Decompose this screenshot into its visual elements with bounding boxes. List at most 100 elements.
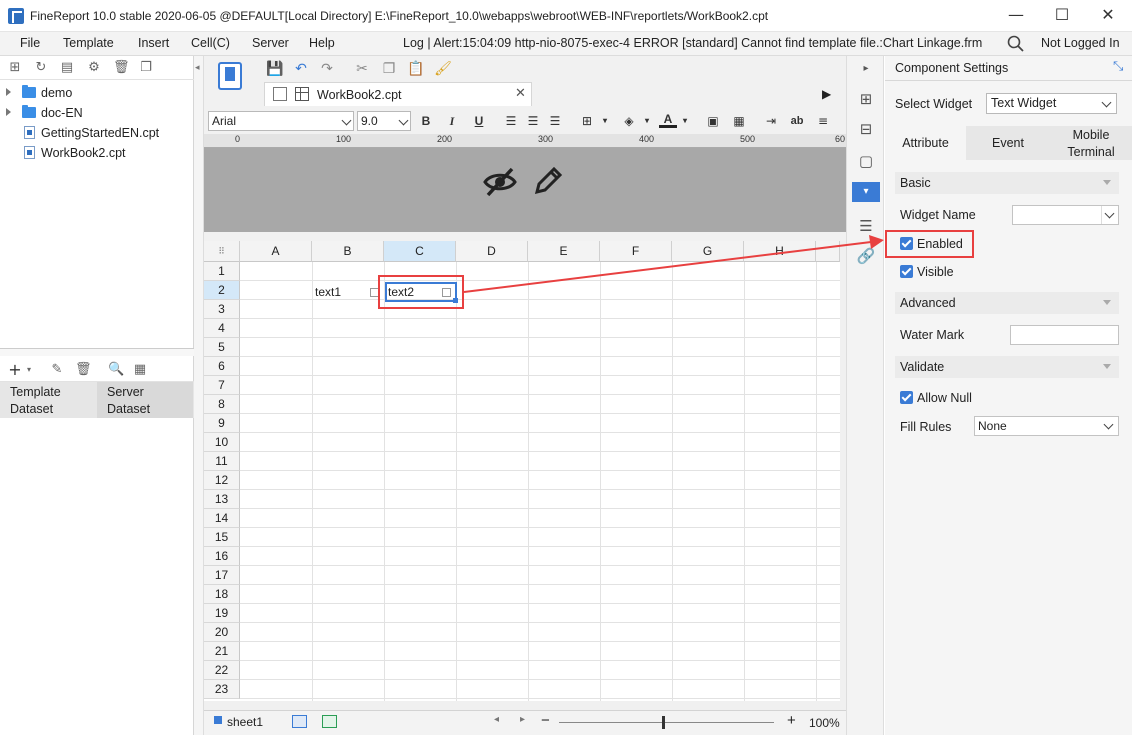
tree-item-gettingstarted[interactable]: GettingStartedEN.cpt xyxy=(0,123,194,143)
row-header[interactable]: 14 xyxy=(204,509,240,528)
collapse-arrow-icon[interactable]: ◂ xyxy=(195,63,200,73)
row-header[interactable]: 4 xyxy=(204,319,240,338)
row-header[interactable]: 9 xyxy=(204,414,240,433)
delete-icon[interactable]: 🗑 xyxy=(75,363,92,377)
row-header[interactable]: 1 xyxy=(204,262,240,281)
undo-icon[interactable]: ↶ xyxy=(292,60,310,78)
row-header[interactable]: 10 xyxy=(204,433,240,452)
horizontal-scrollbar[interactable] xyxy=(204,701,846,710)
row-header[interactable]: 11 xyxy=(204,452,240,471)
select-all-corner[interactable]: ⠿ xyxy=(204,241,240,262)
spreadsheet-grid[interactable]: ⠿ A B C D E F G H 1 2 3 4 5 6 7 8 9 10 11 12 13 14 15 1… xyxy=(204,241,840,701)
format-painter-icon[interactable]: 🖌 xyxy=(434,60,452,78)
float-element-icon[interactable]: ▢ xyxy=(856,151,876,171)
border-icon[interactable]: ⊞ xyxy=(578,112,596,130)
sheet-tab[interactable]: sheet1 xyxy=(227,715,263,729)
redo-icon[interactable]: ↷ xyxy=(318,60,336,78)
row-header[interactable]: 7 xyxy=(204,376,240,395)
row-header[interactable]: 13 xyxy=(204,490,240,509)
section-basic[interactable]: Basic xyxy=(895,172,1119,194)
chevron-down-icon[interactable]: ▾ xyxy=(676,112,694,130)
row-header[interactable]: 5 xyxy=(204,338,240,357)
menu-insert[interactable]: Insert xyxy=(138,36,169,50)
select-widget-dropdown[interactable]: Text Widget xyxy=(986,93,1117,114)
column-header[interactable]: G xyxy=(672,241,744,262)
row-header[interactable]: 23 xyxy=(204,680,240,699)
row-header[interactable]: 19 xyxy=(204,604,240,623)
align-left-icon[interactable]: ☰ xyxy=(502,112,520,130)
add-form-sheet-icon[interactable] xyxy=(322,715,337,728)
log-alert[interactable]: Log | Alert:15:04:09 http-nio-8075-exec-… xyxy=(403,36,982,50)
menu-cell[interactable]: Cell(C) xyxy=(191,36,230,50)
delete-icon[interactable]: 🗑 xyxy=(113,61,130,75)
align-center-icon[interactable]: ☰ xyxy=(524,112,542,130)
water-mark-input[interactable] xyxy=(1010,325,1119,345)
tree-item-demo[interactable]: demo xyxy=(0,83,194,103)
allow-null-label[interactable]: Allow Null xyxy=(917,391,972,405)
save-icon[interactable]: 💾 xyxy=(266,60,284,78)
design-mode-button[interactable] xyxy=(218,62,242,90)
row-header[interactable]: 22 xyxy=(204,661,240,680)
column-header[interactable]: D xyxy=(456,241,528,262)
add-dataset-icon[interactable]: + xyxy=(8,362,22,378)
row-header[interactable]: 17 xyxy=(204,566,240,585)
paste-icon[interactable]: 📋 xyxy=(407,60,425,78)
edit-pencil-icon[interactable] xyxy=(532,162,564,198)
cut-icon[interactable]: ✂ xyxy=(353,60,371,78)
tab-template-dataset[interactable]: Template Dataset xyxy=(0,382,96,418)
italic-button[interactable]: I xyxy=(443,112,461,130)
fill-rules-dropdown[interactable]: None xyxy=(974,416,1119,436)
column-header[interactable]: E xyxy=(528,241,600,262)
column-header[interactable]: F xyxy=(600,241,672,262)
expand-arrow-icon[interactable] xyxy=(6,108,11,116)
pin-icon[interactable]: ⤡ xyxy=(1113,59,1123,74)
font-name-select[interactable]: Arial xyxy=(208,111,354,131)
align-right-icon[interactable]: ☰ xyxy=(546,112,564,130)
menu-file[interactable]: File xyxy=(20,36,40,50)
search-icon[interactable] xyxy=(1006,34,1026,54)
row-header[interactable]: 20 xyxy=(204,623,240,642)
unmerge-cells-icon[interactable]: ▦ xyxy=(730,112,748,130)
close-button[interactable]: ✕ xyxy=(1085,0,1131,32)
chevron-down-icon[interactable]: ▾ xyxy=(638,112,656,130)
cell-element-icon[interactable]: ⊟ xyxy=(856,119,876,139)
settings-icon[interactable]: ⚙ xyxy=(87,61,101,75)
hidden-eye-icon[interactable] xyxy=(482,164,518,200)
cell-attribute-icon[interactable]: ⊞ xyxy=(856,89,876,109)
column-header[interactable]: A xyxy=(240,241,312,262)
tab-workbook2[interactable]: WorkBook2.cpt ✕ xyxy=(264,82,532,106)
close-icon[interactable]: ✕ xyxy=(515,86,526,101)
bold-button[interactable]: B xyxy=(417,112,435,130)
row-header[interactable]: 12 xyxy=(204,471,240,490)
menu-server[interactable]: Server xyxy=(252,36,289,50)
tab-attribute[interactable]: Attribute xyxy=(885,126,966,160)
chevron-down-icon[interactable]: ▾ xyxy=(596,112,614,130)
tab-list-icon[interactable]: ▶ xyxy=(822,87,831,101)
tab-mobile-terminal[interactable]: Mobile Terminal xyxy=(1050,126,1132,160)
underline-button[interactable]: U xyxy=(470,112,488,130)
expand-arrow-icon[interactable] xyxy=(6,88,11,96)
zoom-in-button[interactable]: + xyxy=(787,712,796,729)
row-header[interactable]: 3 xyxy=(204,300,240,319)
zoom-out-button[interactable]: − xyxy=(541,712,550,729)
tree-item-workbook2[interactable]: WorkBook2.cpt xyxy=(0,143,194,163)
dataset-settings-icon[interactable]: ▦ xyxy=(133,363,147,377)
fill-color-icon[interactable]: ◈ xyxy=(620,112,638,130)
line-spacing-icon[interactable]: ≡ xyxy=(814,112,832,130)
menu-template[interactable]: Template xyxy=(63,36,114,50)
section-advanced[interactable]: Advanced xyxy=(895,292,1119,314)
chevron-down-icon[interactable]: ▾ xyxy=(22,363,36,377)
cell-b2[interactable]: text1 xyxy=(315,285,341,299)
row-header[interactable]: 18 xyxy=(204,585,240,604)
preview-icon[interactable]: 🔍 xyxy=(108,363,124,377)
row-header[interactable]: 8 xyxy=(204,395,240,414)
font-color-icon[interactable]: A xyxy=(659,112,677,128)
edit-icon[interactable]: ✎ xyxy=(50,363,64,377)
tab-event[interactable]: Event xyxy=(966,126,1050,160)
open-icon[interactable]: ▤ xyxy=(60,61,74,75)
minimize-button[interactable]: — xyxy=(993,0,1039,32)
tree-item-doc-en[interactable]: doc-EN xyxy=(0,103,194,123)
row-header[interactable]: 15 xyxy=(204,528,240,547)
column-header[interactable]: C xyxy=(384,241,456,262)
section-validate[interactable]: Validate xyxy=(895,356,1119,378)
